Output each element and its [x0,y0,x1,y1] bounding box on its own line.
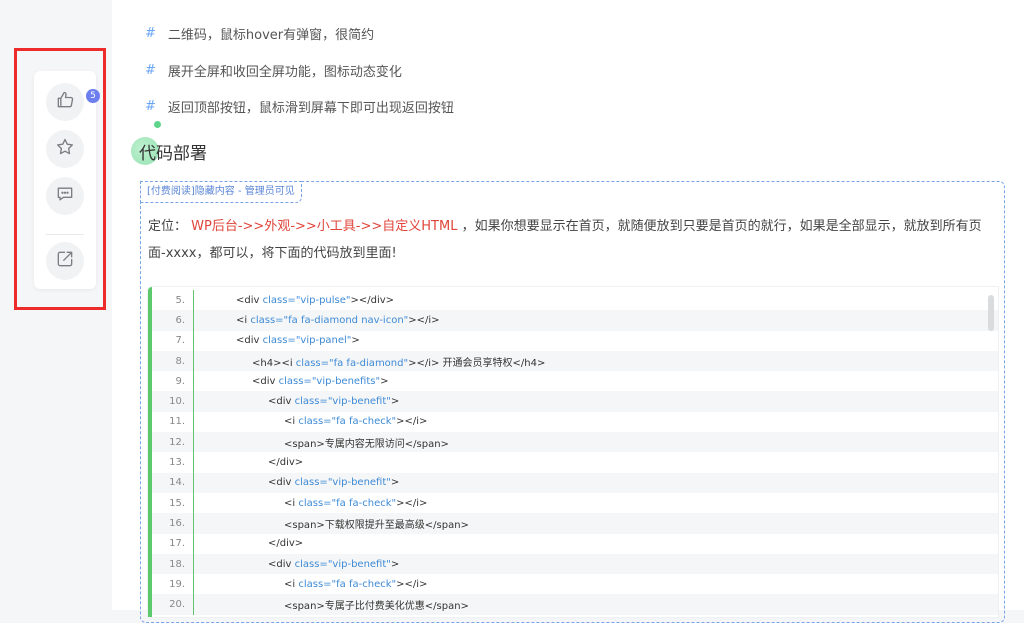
code-text: <div class="vip-benefit"> [268,396,400,408]
line-number: 19. [152,574,194,595]
line-number: 12. [152,432,194,453]
code-block[interactable]: 5. <div class="vip-pulse"></div> 6. <i clas… [148,287,998,617]
line-number: 7. [152,330,194,351]
code-text: <div class="vip-panel"> [236,335,360,347]
code-line: 11. <i class="fa fa-check"></i> [152,411,998,433]
section-heading: 代码部署 [131,121,207,166]
code-text: <i class="fa fa-check"></i> [284,497,428,509]
code-text: <i class="fa fa-check"></i> [284,578,428,590]
code-line: 6. <i class="fa fa-diamond nav-icon"></i> [152,310,998,331]
code-line: 13. </div> [152,452,998,473]
code-line: 19. <i class="fa fa-check"></i> [152,574,998,595]
code-text: <i class="fa fa-check"></i> [284,416,428,428]
line-number: 15. [152,492,194,514]
code-text: <span>下载权限提升至最高级</span> [284,519,469,531]
highlight-annotation-frame [14,48,106,310]
line-number: 14. [152,472,194,493]
code-text: </div> [268,538,304,550]
code-lines: 5. <div class="vip-pulse"></div> 6. <i clas… [152,290,998,615]
code-text: </div> [268,457,304,469]
feature-text: 返回顶部按钮，鼠标滑到屏幕下即可出现返回按钮 [167,101,454,116]
line-number: 16. [152,513,194,534]
code-line: 18. <div class="vip-benefit"> [152,553,998,575]
line-number: 13. [152,452,194,473]
hash-bullet: # [145,26,156,41]
deploy-prefix: 定位： [148,219,188,234]
line-number: 11. [152,411,194,433]
section-title: 代码部署 [139,143,207,164]
code-line: 14. <div class="vip-benefit"> [152,472,998,493]
feature-text: 二维码，鼠标hover有弹窗，很简约 [167,28,375,43]
code-text: <div class="vip-pulse"></div> [236,294,395,306]
code-scrollbar[interactable] [988,295,994,331]
code-line: 7. <div class="vip-panel"> [152,330,998,351]
line-number: 20. [152,594,194,615]
feature-list-item: # 展开全屏和收回全屏功能，图标动态变化 [145,61,402,80]
hidden-content-label: [付费阅读]隐藏内容 - 管理员可见 [140,181,302,203]
code-line: 12. <span>专属内容无限访问</span> [152,432,998,453]
code-text: <i class="fa fa-diamond nav-icon"></i> [236,314,440,326]
hash-bullet: # [145,63,156,78]
code-line: 5. <div class="vip-pulse"></div> [152,290,998,311]
code-line: 9. <div class="vip-benefits"> [152,371,998,392]
code-line: 15. <i class="fa fa-check"></i> [152,492,998,514]
code-text: <h4><i class="fa fa-diamond"></i> 开通会员享特… [252,357,546,369]
code-line: 16. <span>下载权限提升至最高级</span> [152,513,998,534]
deploy-path: WP后台->>外观->>小工具->>自定义HTML [191,219,458,234]
code-line: 8. <h4><i class="fa fa-diamond"></i> 开通会员… [152,350,998,372]
feature-list-item: # 返回顶部按钮，鼠标滑到屏幕下即可出现返回按钮 [145,97,454,116]
feature-list-item: # 二维码，鼠标hover有弹窗，很简约 [145,24,374,43]
code-line: 17. </div> [152,533,998,554]
line-number: 5. [152,290,194,311]
line-number: 8. [152,350,194,372]
feature-text: 展开全屏和收回全屏功能，图标动态变化 [167,65,402,80]
line-number: 17. [152,533,194,554]
code-text: <div class="vip-benefit"> [268,477,400,489]
line-number: 9. [152,371,194,392]
article-content: # 二维码，鼠标hover有弹窗，很简约 # 展开全屏和收回全屏功能，图标动态变… [112,0,1024,623]
code-text: <span>专属内容无限访问</span> [284,438,449,450]
line-number: 18. [152,553,194,575]
line-number: 10. [152,391,194,412]
code-text: <div class="vip-benefits"> [252,375,389,387]
hash-bullet: # [145,99,156,114]
code-text: <div class="vip-benefit"> [268,558,400,570]
code-line: 10. <div class="vip-benefit"> [152,391,998,412]
code-line: 20. <span>专属子比付费美化优惠</span> [152,594,998,615]
line-number: 6. [152,310,194,331]
deploy-instructions: 定位： WP后台->>外观->>小工具->>自定义HTML ，如果你想要显示在首… [148,213,998,267]
heading-decoration-dot [154,121,161,128]
